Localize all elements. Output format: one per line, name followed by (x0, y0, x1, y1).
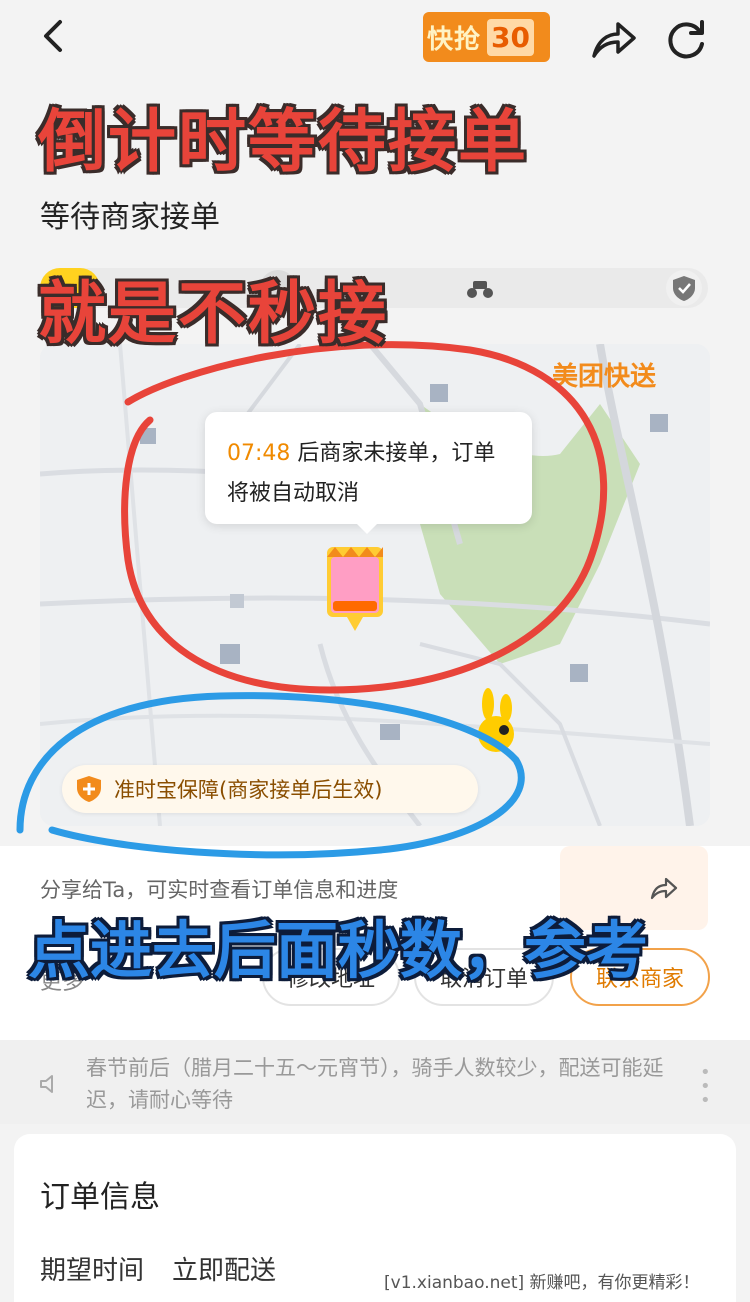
promo-label: 快抢 (427, 24, 482, 55)
merchant-map-pin[interactable] (325, 545, 385, 633)
back-arrow-icon[interactable] (36, 18, 72, 54)
countdown-bubble: 07:48 后商家未接单，订单将被自动取消 (205, 412, 532, 534)
delivered-step-icon (666, 270, 702, 306)
on-time-guarantee-pill[interactable]: 准时宝保障(商家接单后生效) (62, 765, 478, 813)
meituan-express-logo: 美团快送 (552, 362, 657, 392)
promo-count: 30 (487, 18, 534, 56)
refresh-icon[interactable] (662, 16, 710, 64)
guarantee-label: 准时宝保障(商家接单后生效) (114, 778, 383, 802)
flash-grab-badge[interactable]: 快抢 30 (423, 12, 550, 62)
notice-text: 春节前后（腊月二十五～元宵节），骑手人数较少，配送可能延迟，请耐心等待 (86, 1056, 664, 1112)
watermark: [v1.xianbao.net] 新赚吧，有你更精彩！ (380, 1266, 704, 1295)
holiday-notice: 春节前后（腊月二十五～元宵节），骑手人数较少，配送可能延迟，请耐心等待 • • • (0, 1040, 750, 1124)
rider-step-icon (462, 270, 498, 306)
rider-mascot-icon (478, 688, 514, 752)
shield-plus-icon (77, 776, 101, 802)
more-dots-icon[interactable]: • • • (700, 1064, 711, 1110)
share-arrow-icon (650, 877, 678, 900)
expected-time-value: 立即配送 (172, 1256, 277, 1286)
speaker-icon (40, 1075, 53, 1093)
order-status-text: 等待商家接单 (40, 200, 220, 235)
countdown-timer: 07:48 (227, 441, 291, 466)
annotation-text-3: 点进去后面秒数，参考 (28, 914, 649, 987)
expected-time-label: 期望时间 (40, 1256, 145, 1286)
annotation-text-1: 倒计时等待接单 (38, 103, 529, 182)
order-info-title: 订单信息 (40, 1180, 160, 1215)
share-icon[interactable] (590, 18, 638, 60)
annotation-text-2: 就是不秒接 (38, 275, 389, 354)
